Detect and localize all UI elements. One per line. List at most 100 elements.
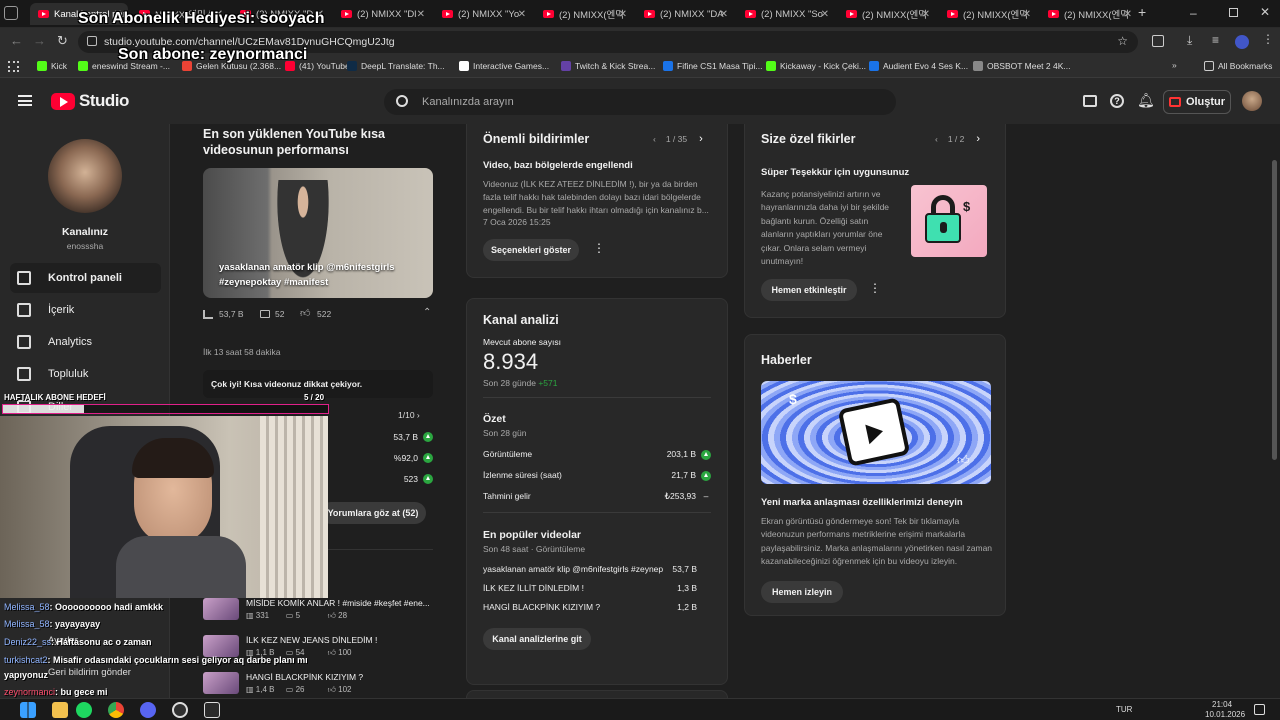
close-tab-icon[interactable]: ✕ [922, 9, 930, 20]
new-tab-button[interactable]: + [1138, 4, 1146, 20]
close-tab-icon[interactable]: ✕ [1124, 9, 1132, 20]
chrome-icon[interactable] [108, 702, 124, 718]
news-card: Haberler $ 👍︎ Yeni marka anlaşması özell… [744, 334, 1006, 616]
shorts-caption: yasaklanan amatör klip @m6nifestgirls #z… [219, 262, 395, 288]
close-tab-icon[interactable]: ✕ [417, 9, 425, 20]
more-bookmarks-icon[interactable]: » [1172, 60, 1177, 70]
top-video-row[interactable]: yasaklanan amatör klip @m6nifestgirls #z… [483, 564, 697, 574]
next-icon[interactable]: › [976, 133, 980, 145]
more-options-icon[interactable]: ⋮ [869, 281, 881, 295]
browser-tab[interactable]: (2) NMIXX(엔믹 ✕ [1040, 3, 1138, 25]
download-icon[interactable]: ⤓ [1187, 33, 1192, 48]
browser-tab[interactable]: (2) NMIXX "Dl ✕ [333, 3, 431, 25]
activate-now-button[interactable]: Hemen etkinleştir [761, 279, 857, 301]
top-video-row[interactable]: İLK KEZ İLLİT DİNLEDİM ! 1,3 B [483, 583, 697, 593]
media-icon[interactable]: ≡ [1212, 33, 1219, 47]
next-icon[interactable]: › [699, 133, 703, 145]
create-button[interactable]: Oluştur [1163, 90, 1231, 114]
sidebar-item-analytics[interactable]: Analytics [10, 327, 161, 357]
close-tab-icon[interactable]: ✕ [720, 9, 728, 20]
bookmark-item[interactable]: Audient Evo 4 Ses K... [869, 61, 968, 71]
epic-games-icon[interactable] [204, 702, 220, 718]
file-explorer-icon[interactable] [52, 702, 68, 718]
bookmark-star-icon[interactable]: ☆ [1117, 34, 1128, 48]
notices-title: Önemli bildirimler [483, 132, 590, 146]
bookmark-item[interactable]: Kickaway - Kick Çeki... [766, 61, 866, 71]
close-tab-icon[interactable]: ✕ [821, 9, 829, 20]
chat-message: Deniz22_ss: Haftasonu ac o zaman [4, 637, 152, 647]
sidebar-item-content[interactable]: İçerik [10, 295, 161, 325]
ideas-pager[interactable]: ‹ 1 / 2 › [935, 133, 980, 145]
obs-icon[interactable] [172, 702, 188, 718]
sidebar-item-community[interactable]: Topluluk [10, 359, 161, 389]
close-tab-icon[interactable]: ✕ [619, 9, 627, 20]
shorts-thumbnail[interactable]: yasaklanan amatör klip @m6nifestgirls #z… [203, 168, 433, 298]
bookmark-label: Audient Evo 4 Ses K... [883, 61, 969, 71]
windows-start-icon[interactable] [20, 702, 36, 718]
forward-icon[interactable]: → [33, 33, 46, 48]
close-tab-icon[interactable]: ✕ [518, 9, 526, 20]
hamburger-menu-icon[interactable] [18, 95, 32, 106]
channel-search-input[interactable]: Kanalınızda arayın [384, 89, 896, 115]
more-options-icon[interactable]: ⋮ [593, 241, 605, 255]
browser-tab[interactable]: (2) NMIXX(엔믹 ✕ [838, 3, 936, 25]
shorts-pager[interactable]: 1/10 › [398, 410, 420, 420]
site-info-icon[interactable] [87, 36, 97, 46]
notices-pager[interactable]: ‹ 1 / 35 › [653, 133, 703, 145]
browse-comments-button[interactable]: Yorumlara göz at (52) [320, 502, 426, 524]
discord-icon[interactable] [140, 702, 156, 718]
profile-avatar[interactable] [1235, 35, 1249, 49]
close-tab-icon[interactable]: ✕ [1023, 9, 1031, 20]
collapse-chevron-icon[interactable]: ⌃ [423, 307, 431, 318]
show-options-button[interactable]: Seçenekleri göster [483, 239, 579, 261]
prev-icon[interactable]: ‹ [935, 134, 938, 144]
subs-value: 8.934 [483, 349, 539, 374]
bookmark-item[interactable]: Fifine CS1 Masa Tipi... [663, 61, 763, 71]
studio-logo[interactable]: Studio [51, 91, 129, 111]
spotify-icon[interactable] [76, 702, 92, 718]
tray-language[interactable]: TUR [1116, 705, 1132, 714]
menu-icon[interactable]: ⋮ [1262, 32, 1274, 46]
extensions-icon[interactable] [1152, 35, 1164, 47]
bookmark-item[interactable]: Twitch & Kick Strea... [561, 61, 655, 71]
watch-now-button[interactable]: Hemen izleyin [761, 581, 843, 603]
browser-tab[interactable]: (2) NMIXX "Yo ✕ [434, 3, 532, 25]
browser-tab[interactable]: (2) NMIXX "So ✕ [737, 3, 835, 25]
apps-icon[interactable] [8, 61, 19, 72]
webcam-feed [0, 416, 328, 598]
studio-logo-text: Studio [79, 91, 129, 110]
last-gift-sub-overlay: Son Abonelik Hediyesi: sooyach [78, 10, 325, 27]
feedback-chat-icon[interactable] [1083, 95, 1097, 107]
account-avatar[interactable] [1242, 91, 1262, 111]
page-scrollbar[interactable] [1272, 160, 1277, 460]
all-bookmarks[interactable]: All Bookmarks [1204, 61, 1272, 71]
browser-tab[interactable]: (2) NMIXX(엔믹 ✕ [939, 3, 1037, 25]
browser-tab[interactable]: (2) NMIXX(엔믹 ✕ [535, 3, 633, 25]
browser-tab[interactable]: (2) NMIXX "DA ✕ [636, 3, 734, 25]
close-window-button[interactable]: ✕ [1260, 5, 1270, 19]
youtube-favicon-icon [644, 10, 655, 18]
go-to-analytics-button[interactable]: Kanal analizlerine git [483, 628, 591, 650]
notifications-bell-icon[interactable]: 🔔︎ [1137, 92, 1155, 109]
sidebar-item-dashboard[interactable]: Kontrol paneli [10, 263, 161, 293]
top-video-title: HANGİ BLACKPİNK KIZIYIM ? [483, 602, 601, 612]
bookmark-item[interactable]: OBSBOT Meet 2 4K... [973, 61, 1070, 71]
minimize-button[interactable]: – [1190, 6, 1197, 20]
back-icon[interactable]: ← [10, 33, 23, 48]
tray-date: 10.01.2026 [1205, 710, 1246, 719]
news-heading: Yeni marka anlaşması özelliklerimizi den… [761, 497, 963, 508]
prev-icon[interactable]: ‹ [653, 134, 656, 144]
restore-button[interactable] [1229, 8, 1238, 17]
bookmark-item[interactable]: Kick [37, 61, 67, 71]
help-icon[interactable]: ? [1110, 94, 1124, 108]
reload-icon[interactable]: ↻ [57, 33, 68, 49]
notification-center-icon[interactable] [1254, 704, 1265, 715]
bookmark-item[interactable]: DeepL Translate: Th... [347, 61, 445, 71]
tab-search-icon[interactable] [4, 6, 18, 20]
bookmark-item[interactable]: Interactive Games... [459, 61, 549, 71]
news-image[interactable]: $ 👍︎ [761, 381, 991, 484]
chat-text: : Haftasonu ac o zaman [51, 637, 152, 647]
ideas-body: Kazanç potansiyelinizi artırın ve hayran… [761, 189, 890, 267]
top-video-row[interactable]: HANGİ BLACKPİNK KIZIYIM ? 1,2 B [483, 602, 697, 612]
channel-avatar[interactable] [48, 139, 122, 213]
